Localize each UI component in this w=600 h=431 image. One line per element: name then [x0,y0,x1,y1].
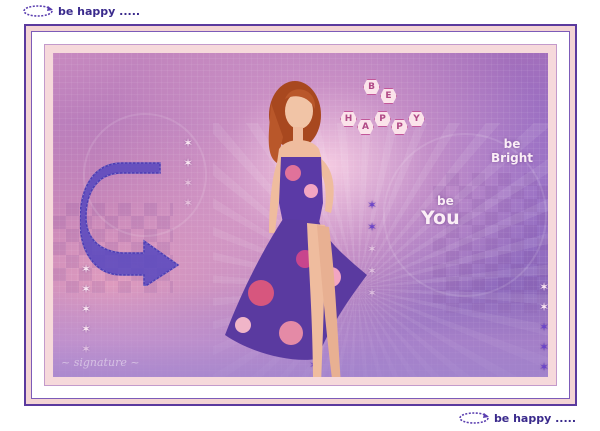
artist-signature: ~ signature ~ [61,356,140,369]
star-column-center-left: ✶ ✶ ✶ ✶ [183,137,193,209]
be-you-line2: You [421,207,460,229]
footer-caption: be happy ..... [458,411,576,425]
star-icon: ✶ [539,340,548,354]
frame-pink-mat: ✶ ✶ ✶ ✶ ✶ ✶ ✶ ✶ ✶ ✶ ✶ ✶ ✶ ✶ ✶ ✶ ✶ ✶ ✶ B … [44,44,557,386]
star-column-left: ✶ ✶ ✶ ✶ ✶ [81,263,91,355]
be-bright-line2: Bright [491,151,534,165]
star-icon: ✶ [183,136,194,150]
star-icon: ✶ [539,320,548,334]
circular-arrow-icon [23,5,53,17]
star-icon: ✶ [183,156,194,170]
star-icon: ✶ [81,282,92,296]
star-icon: ✶ [81,302,92,316]
star-icon: ✶ [81,262,92,276]
be-you-text: be You [421,195,460,229]
be-bright-line1: be [503,137,521,151]
star-icon: ✶ [81,342,92,356]
star-icon: ✶ [539,300,548,314]
hex-letter: E [380,88,397,104]
curved-dotted-arrow-icon [80,162,180,286]
woman-in-dress-figure [225,81,367,377]
hex-letter: Y [408,111,425,127]
star-icon: ✶ [539,360,548,374]
hex-letter: P [391,119,408,135]
star-icon: ✶ [183,176,194,190]
star-icon: ✶ [81,322,92,336]
circular-arrow-icon [459,412,489,424]
star-icon: ✶ [539,280,548,294]
be-bright-text: be Bright [491,137,533,165]
star-column-right: ✶ ✶ ✶ ✶ ✶ [539,281,548,373]
footer-caption-text: be happy ..... [493,411,576,425]
frame-white-mat: ✶ ✶ ✶ ✶ ✶ ✶ ✶ ✶ ✶ ✶ ✶ ✶ ✶ ✶ ✶ ✶ ✶ ✶ ✶ B … [31,31,570,399]
artwork: ✶ ✶ ✶ ✶ ✶ ✶ ✶ ✶ ✶ ✶ ✶ ✶ ✶ ✶ ✶ ✶ ✶ ✶ ✶ B … [53,53,548,377]
star-icon: ✶ [183,196,194,210]
header-caption: be happy ..... [22,4,140,18]
picture-frame: ✶ ✶ ✶ ✶ ✶ ✶ ✶ ✶ ✶ ✶ ✶ ✶ ✶ ✶ ✶ ✶ ✶ ✶ ✶ B … [24,24,577,406]
header-caption-text: be happy ..... [58,4,141,18]
